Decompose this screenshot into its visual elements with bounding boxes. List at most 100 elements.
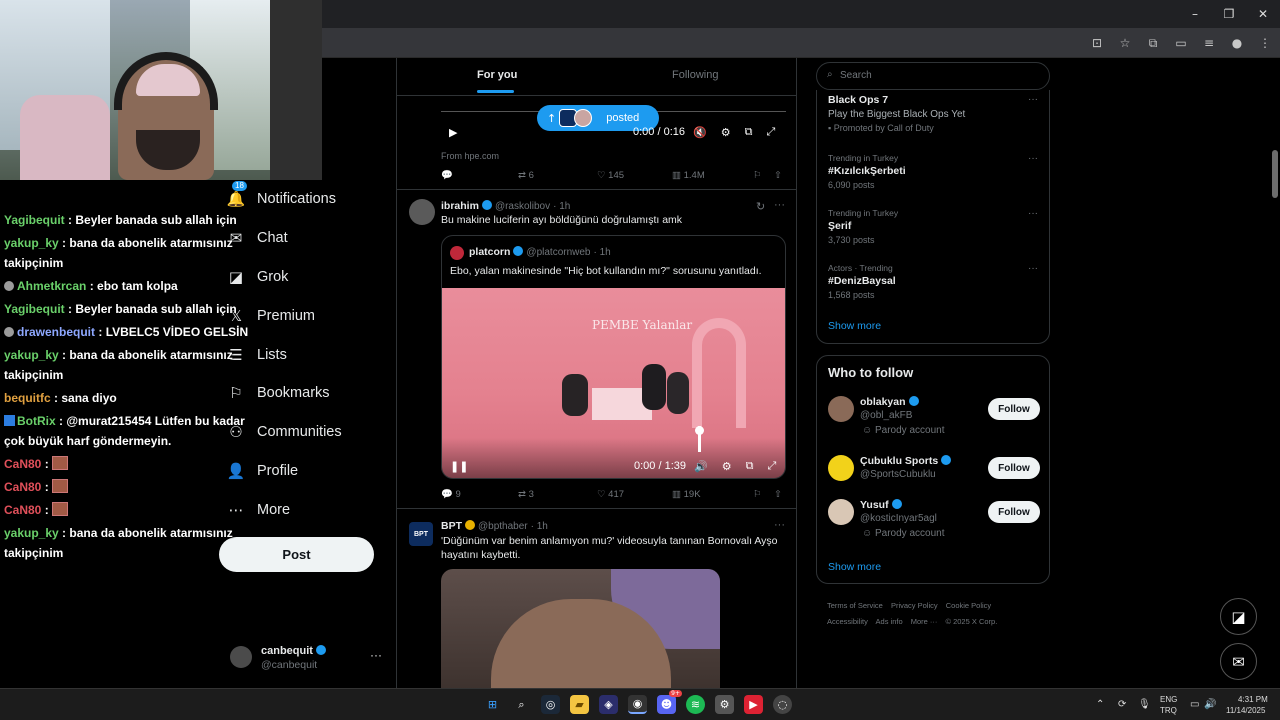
chat-username[interactable]: yakup_ky xyxy=(4,526,59,540)
repost-button[interactable]: ⇄ 6 xyxy=(518,170,534,181)
chat-username[interactable]: yakup_ky xyxy=(4,348,59,362)
show-more-link[interactable]: Show more xyxy=(828,320,881,332)
follow-suggestion[interactable]: Çubuklu Sports @SportsCubuklu Follow xyxy=(828,455,1040,503)
steam-icon[interactable]: ◎ xyxy=(541,695,560,714)
account-switcher[interactable]: canbequit @canbequit ··· xyxy=(228,642,388,676)
chat-username[interactable]: CaN80 xyxy=(4,480,41,494)
messages-fab-button[interactable]: ✉ xyxy=(1220,643,1257,680)
folder-icon[interactable]: ▰ xyxy=(570,695,589,714)
trend-item[interactable]: Trending in Turkey Şerif 3,730 posts ··· xyxy=(828,208,1038,245)
more-icon[interactable]: ··· xyxy=(1028,153,1038,164)
tray-app-icon[interactable]: ⟳ xyxy=(1118,699,1126,710)
app-icon[interactable]: ◌ xyxy=(773,695,792,714)
views-button[interactable]: ▥ 1.4M xyxy=(672,170,705,181)
avatar[interactable] xyxy=(409,199,435,225)
tweet-image[interactable] xyxy=(441,569,720,688)
clock-time[interactable]: 4:31 PM xyxy=(1238,695,1268,704)
chat-username[interactable]: yakup_ky xyxy=(4,236,59,250)
views-button[interactable]: ▥ 19K xyxy=(672,489,701,500)
bookmark-icon[interactable]: ⚐ xyxy=(753,489,762,500)
chat-username[interactable]: CaN80 xyxy=(4,457,41,471)
grok-icon[interactable]: ↻ xyxy=(756,200,765,213)
install-icon[interactable]: ⊡ xyxy=(1088,34,1106,52)
more-icon[interactable]: ··· xyxy=(370,648,382,662)
app-icon[interactable]: ▶ xyxy=(744,695,763,714)
extensions-icon[interactable]: ⧉ xyxy=(1144,34,1162,52)
follow-button[interactable]: Follow xyxy=(988,398,1040,420)
profile-icon[interactable]: ● xyxy=(1228,34,1246,52)
footer-link[interactable]: Ads info xyxy=(876,617,903,626)
volume-icon[interactable]: 🔊 xyxy=(694,460,708,473)
follow-suggestion[interactable]: Yusuf @kosticInyar5agl ☺ Parody account … xyxy=(828,499,1040,547)
settings-icon[interactable]: ⚙ xyxy=(715,695,734,714)
pip-icon[interactable]: ⧉ xyxy=(746,459,754,473)
search-icon[interactable]: ⌕ xyxy=(512,695,531,714)
language-top[interactable]: ENG xyxy=(1160,695,1177,704)
follow-button[interactable]: Follow xyxy=(988,457,1040,479)
more-icon[interactable]: ··· xyxy=(1028,263,1038,274)
windows-start-icon[interactable]: ⊞ xyxy=(483,695,502,714)
video-play-button[interactable]: ▶ xyxy=(449,122,457,142)
footer-link[interactable]: Accessibility xyxy=(827,617,868,626)
pip-icon[interactable]: ⧉ xyxy=(745,125,753,139)
fullscreen-icon[interactable]: ⤢ xyxy=(767,459,776,473)
repost-button[interactable]: ⇄ 3 xyxy=(518,489,534,500)
share-icon[interactable]: ⇧ xyxy=(774,170,782,181)
split-icon[interactable]: ▭ xyxy=(1172,34,1190,52)
chat-username[interactable]: CaN80 xyxy=(4,503,41,517)
grok-fab-button[interactable]: ◪ xyxy=(1220,598,1257,635)
footer-link[interactable]: Privacy Policy xyxy=(891,601,938,610)
discord-icon[interactable]: ☻ 9+ xyxy=(657,690,682,714)
like-button[interactable]: ♡ 145 xyxy=(597,170,624,181)
chat-username[interactable]: bequitfc xyxy=(4,391,51,405)
network-icon[interactable]: ▭ xyxy=(1190,699,1199,710)
queue-icon[interactable]: ≡ xyxy=(1200,34,1218,52)
source-link[interactable]: From hpe.com xyxy=(441,151,499,161)
more-icon[interactable]: ··· xyxy=(1028,208,1038,219)
share-icon[interactable]: ⇧ xyxy=(774,489,782,500)
minimize-button[interactable]: – xyxy=(1178,0,1212,28)
star-icon[interactable]: ☆ xyxy=(1116,34,1134,52)
search-input[interactable]: ⌕ Search xyxy=(816,62,1050,90)
maximize-button[interactable]: ❐ xyxy=(1212,0,1246,28)
volume-knob[interactable] xyxy=(695,426,704,435)
microphone-icon[interactable]: 🎙 xyxy=(1138,699,1151,710)
fullscreen-icon[interactable]: ⤢ xyxy=(766,125,775,139)
more-icon[interactable]: ··· xyxy=(1028,94,1038,105)
tweet-author[interactable]: BPT @bpthaber · 1h xyxy=(441,520,548,532)
mute-icon[interactable]: 🔇 xyxy=(693,126,707,139)
settings-icon[interactable]: ⚙ xyxy=(721,126,731,139)
follow-button[interactable]: Follow xyxy=(988,501,1040,523)
bookmark-icon[interactable]: ⚐ xyxy=(753,170,762,181)
avatar[interactable]: BPT xyxy=(409,522,433,546)
footer-link[interactable]: More ··· xyxy=(911,617,938,626)
reply-icon[interactable]: 💬 xyxy=(441,170,453,181)
chevron-up-icon[interactable]: ⌃ xyxy=(1096,699,1104,710)
scrollbar[interactable] xyxy=(1272,150,1278,198)
footer-link[interactable]: Terms of Service xyxy=(827,601,883,610)
footer-link[interactable]: Cookie Policy xyxy=(946,601,991,610)
tab-for-you[interactable]: For you xyxy=(477,69,517,81)
trend-item[interactable]: Actors · Trending #DenizBaysal 1,568 pos… xyxy=(828,263,1038,300)
close-window-button[interactable]: ✕ xyxy=(1246,0,1280,28)
like-button[interactable]: ♡ 417 xyxy=(597,489,624,500)
language-bottom[interactable]: TRQ xyxy=(1160,706,1177,715)
reply-button[interactable]: 💬 9 xyxy=(441,489,461,500)
chat-username[interactable]: BotRix xyxy=(17,414,56,428)
chat-username[interactable]: Yagibequit xyxy=(4,213,65,227)
video-pause-button[interactable]: ❚❚ xyxy=(450,456,468,476)
chat-username[interactable]: Yagibequit xyxy=(4,302,65,316)
show-more-link[interactable]: Show more xyxy=(828,561,881,573)
spotify-icon[interactable]: ≋ xyxy=(686,695,705,714)
quoted-video[interactable]: PEMBE Yalanlar ❚❚ 0:00 / 1:39 🔊 ⚙ ⧉ ⤢ xyxy=(442,288,785,478)
more-icon[interactable]: ··· xyxy=(774,519,785,531)
chat-username[interactable]: Ahmetkrcan xyxy=(17,279,86,293)
chrome-icon[interactable]: ◉ xyxy=(628,695,647,714)
volume-icon[interactable]: 🔊 xyxy=(1204,699,1216,710)
menu-icon[interactable]: ⋮ xyxy=(1256,34,1274,52)
tweet-author[interactable]: ibrahim @raskolibov · 1h xyxy=(441,200,570,212)
trend-item[interactable]: Trending in Turkey #KızılcıkŞerbeti 6,09… xyxy=(828,153,1038,190)
more-icon[interactable]: ··· xyxy=(774,199,785,211)
app-icon[interactable]: ◈ xyxy=(599,695,618,714)
clock-date[interactable]: 11/14/2025 xyxy=(1226,706,1265,715)
